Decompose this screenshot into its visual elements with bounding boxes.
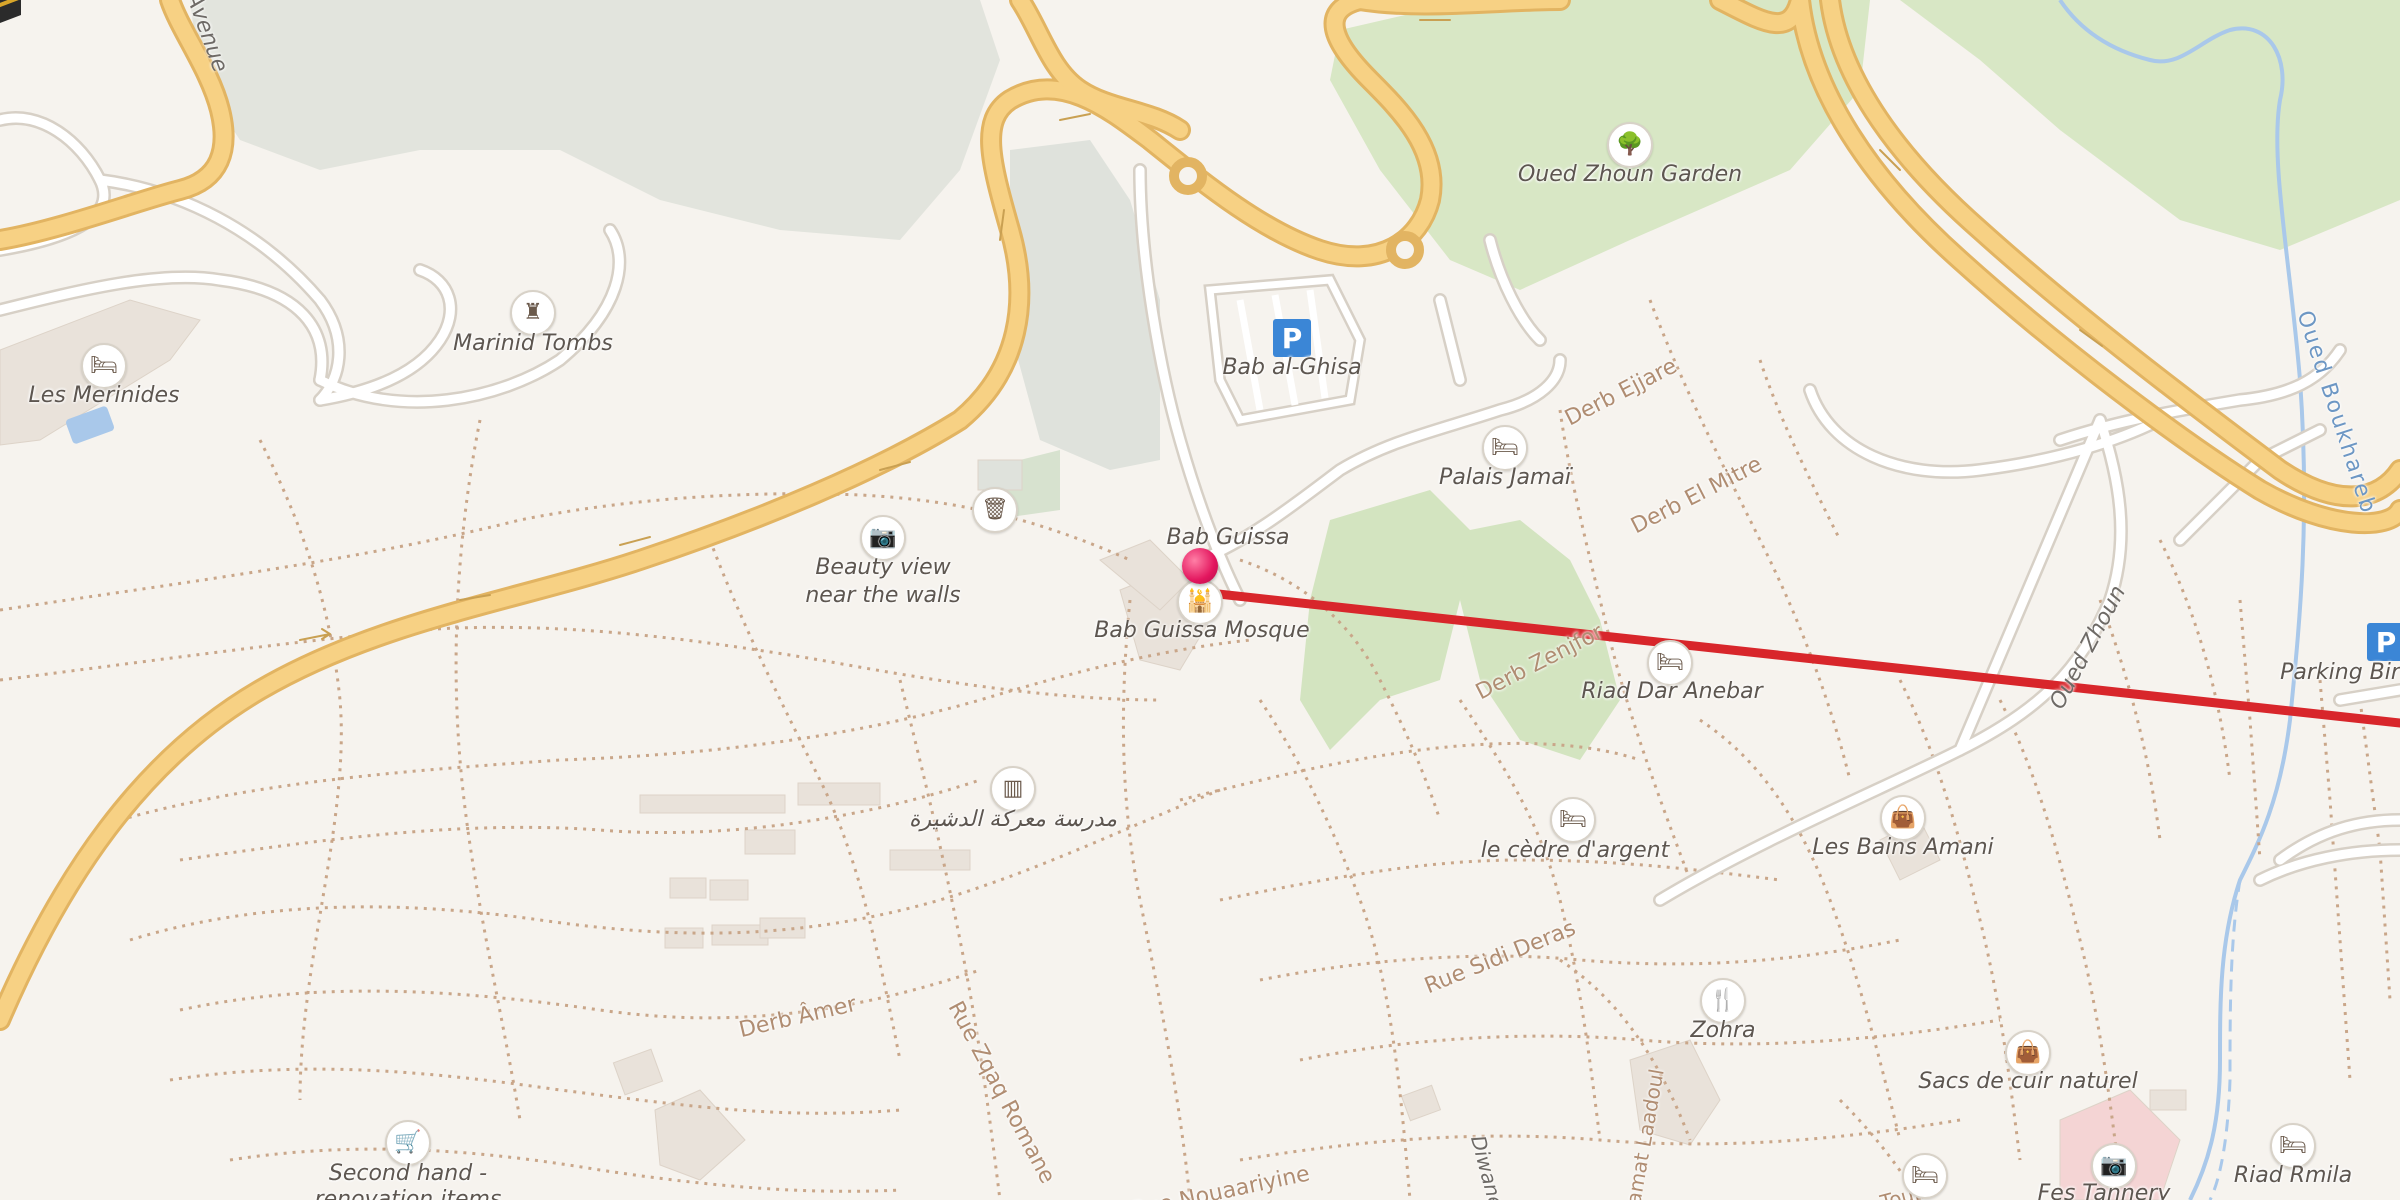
poi-label-bab-al-ghisa[interactable]: Bab al-Ghisa	[1222, 354, 1361, 382]
poi-label-school[interactable]: مدرسة معركة الدشيرة	[909, 806, 1117, 834]
poi-label-zohra[interactable]: Zohra	[1690, 1017, 1755, 1045]
poi-label-sacs-de-cuir-naturel[interactable]: Sacs de cuir naturel	[1918, 1068, 2137, 1096]
poi-label-beauty-view-line2[interactable]: near the walls	[805, 582, 960, 610]
kaaba-icon[interactable]	[0, 0, 25, 25]
poi-label-marinid-tombs[interactable]: Marinid Tombs	[453, 330, 613, 358]
hotel-bed-icon[interactable]: 🛏	[1902, 1153, 1948, 1199]
poi-label-riad-dar-anebar[interactable]: Riad Dar Anebar	[1581, 678, 1762, 706]
map-view[interactable]: Derb Ejjare Derb El Mitre Derb Zenjfor R…	[0, 0, 2400, 1200]
waste-bin-icon[interactable]: 🗑	[972, 487, 1018, 533]
poi-label-palais-jamai[interactable]: Palais Jamaï	[1439, 464, 1571, 492]
parking-icon[interactable]: P	[2367, 623, 2400, 661]
poi-label-bab-guissa-mosque[interactable]: Bab Guissa Mosque	[1094, 617, 1309, 645]
poi-label-oued-zhoun-garden[interactable]: Oued Zhoun Garden	[1518, 161, 1742, 189]
poi-label-beauty-view-line1[interactable]: Beauty view	[815, 554, 950, 582]
poi-label-parking-bir[interactable]: Parking Bir	[2280, 659, 2400, 687]
poi-label-les-bains-amani[interactable]: Les Bains Amani	[1812, 834, 1993, 862]
location-pin-icon[interactable]	[1182, 548, 1218, 584]
poi-label-second-hand-line2[interactable]: renovation items	[315, 1186, 502, 1200]
poi-label-fes-tannery[interactable]: Fes Tannery	[2038, 1180, 2171, 1200]
poi-label-bab-guissa[interactable]: Bab Guissa	[1166, 524, 1289, 552]
poi-label-riad-rmila[interactable]: Riad Rmila	[2234, 1162, 2352, 1190]
parking-icon[interactable]: P	[1273, 319, 1311, 357]
poi-label-second-hand-line1[interactable]: Second hand -	[329, 1160, 487, 1188]
poi-label-les-merinides[interactable]: Les Merinides	[29, 382, 180, 410]
poi-label-le-cedre-dargent[interactable]: le cèdre d'argent	[1481, 837, 1669, 865]
